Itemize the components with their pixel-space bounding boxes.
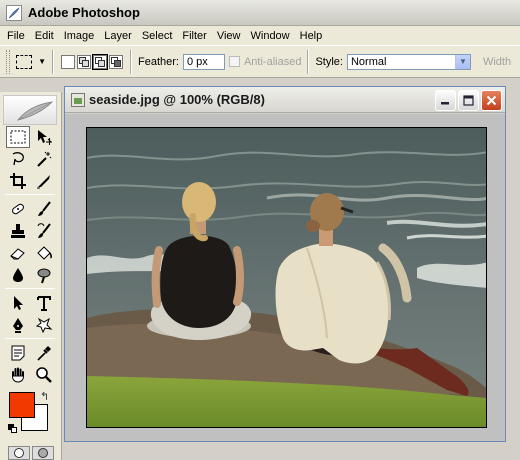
slice-tool[interactable] <box>32 170 56 192</box>
blur-tool[interactable] <box>6 264 30 286</box>
canvas-area[interactable] <box>65 114 505 441</box>
photoshop-feather-icon <box>6 4 22 21</box>
intersect-selection-button[interactable] <box>109 54 123 69</box>
dodge-tool[interactable] <box>32 264 56 286</box>
foreground-color-swatch[interactable] <box>9 392 35 418</box>
app-titlebar: Adobe Photoshop <box>0 0 520 26</box>
options-bar: ▼ Feather: 0 px Anti-aliased Style: Norm… <box>0 45 520 78</box>
path-selection-tool[interactable] <box>6 292 30 314</box>
menu-image[interactable]: Image <box>59 30 100 42</box>
close-icon <box>486 95 497 106</box>
shape-tool[interactable] <box>32 314 56 336</box>
paint-bucket-tool[interactable] <box>32 242 56 264</box>
quick-mask-button[interactable] <box>32 446 54 460</box>
options-bar-grip[interactable] <box>6 49 10 74</box>
hand-tool[interactable] <box>6 364 30 386</box>
zoom-tool[interactable] <box>32 364 56 386</box>
standard-mode-icon <box>14 448 24 458</box>
minimize-button[interactable] <box>435 90 456 111</box>
photoshop-window: Adobe Photoshop File Edit Image Layer Se… <box>0 0 520 460</box>
default-colors-icon[interactable] <box>8 424 17 433</box>
style-select[interactable]: Normal ▼ <box>346 53 471 70</box>
eraser-tool[interactable] <box>6 242 30 264</box>
close-button[interactable] <box>481 90 502 111</box>
document-title: seaside.jpg @ 100% (RGB/8) <box>89 92 265 107</box>
feather-logo-icon[interactable] <box>3 95 57 125</box>
style-value: Normal <box>350 55 387 68</box>
notes-tool[interactable] <box>6 342 30 364</box>
lasso-tool[interactable] <box>6 148 30 170</box>
anti-aliased-option: Anti-aliased <box>228 55 302 68</box>
options-separator <box>52 49 54 74</box>
crop-tool[interactable] <box>6 170 30 192</box>
menu-edit[interactable]: Edit <box>30 30 59 42</box>
menu-layer[interactable]: Layer <box>99 30 137 42</box>
subtract-from-selection-button[interactable] <box>92 53 108 70</box>
chevron-down-icon: ▼ <box>38 57 46 66</box>
tools-palette: ↰ <box>0 92 62 460</box>
new-selection-button[interactable] <box>61 54 75 69</box>
move-tool[interactable] <box>32 126 56 148</box>
options-separator <box>130 49 132 74</box>
type-tool[interactable] <box>32 292 56 314</box>
rectangular-marquee-tool[interactable] <box>6 126 30 148</box>
menu-view[interactable]: View <box>212 30 246 42</box>
menu-filter[interactable]: Filter <box>177 30 211 42</box>
marquee-preset-icon <box>16 54 32 69</box>
photo-image <box>87 128 486 427</box>
menu-select[interactable]: Select <box>137 30 178 42</box>
minimize-icon <box>441 102 449 105</box>
anti-aliased-label: Anti-aliased <box>243 55 302 68</box>
history-brush-tool[interactable] <box>32 220 56 242</box>
eyedropper-tool[interactable] <box>32 342 56 364</box>
add-to-selection-button[interactable] <box>77 54 91 69</box>
menu-file[interactable]: File <box>2 30 30 42</box>
maximize-button[interactable] <box>458 90 479 111</box>
magic-wand-tool[interactable] <box>32 148 56 170</box>
style-label: Style: <box>315 55 343 68</box>
swap-colors-icon[interactable]: ↰ <box>40 390 49 403</box>
app-title: Adobe Photoshop <box>28 5 140 20</box>
quick-mask-icon <box>38 448 48 458</box>
document-image-icon <box>71 92 85 107</box>
menu-window[interactable]: Window <box>246 30 295 42</box>
maximize-icon <box>463 95 474 106</box>
document-window: seaside.jpg @ 100% (RGB/8) <box>64 86 506 442</box>
clone-stamp-tool[interactable] <box>6 220 30 242</box>
feather-label: Feather: <box>138 55 179 68</box>
menu-help[interactable]: Help <box>295 30 328 42</box>
standard-mode-button[interactable] <box>8 446 30 460</box>
brush-tool[interactable] <box>32 198 56 220</box>
pen-tool[interactable] <box>6 314 30 336</box>
options-separator <box>307 49 310 74</box>
chevron-down-icon: ▼ <box>454 54 470 69</box>
anti-aliased-checkbox <box>228 56 240 67</box>
feather-input[interactable]: 0 px <box>182 53 225 70</box>
width-label: Width <box>482 55 512 68</box>
tool-preset-picker[interactable]: ▼ <box>16 50 46 74</box>
healing-brush-tool[interactable] <box>6 198 30 220</box>
document-titlebar[interactable]: seaside.jpg @ 100% (RGB/8) <box>65 87 505 113</box>
seaside-photo[interactable] <box>86 127 487 428</box>
menu-bar: File Edit Image Layer Select Filter View… <box>0 26 520 45</box>
